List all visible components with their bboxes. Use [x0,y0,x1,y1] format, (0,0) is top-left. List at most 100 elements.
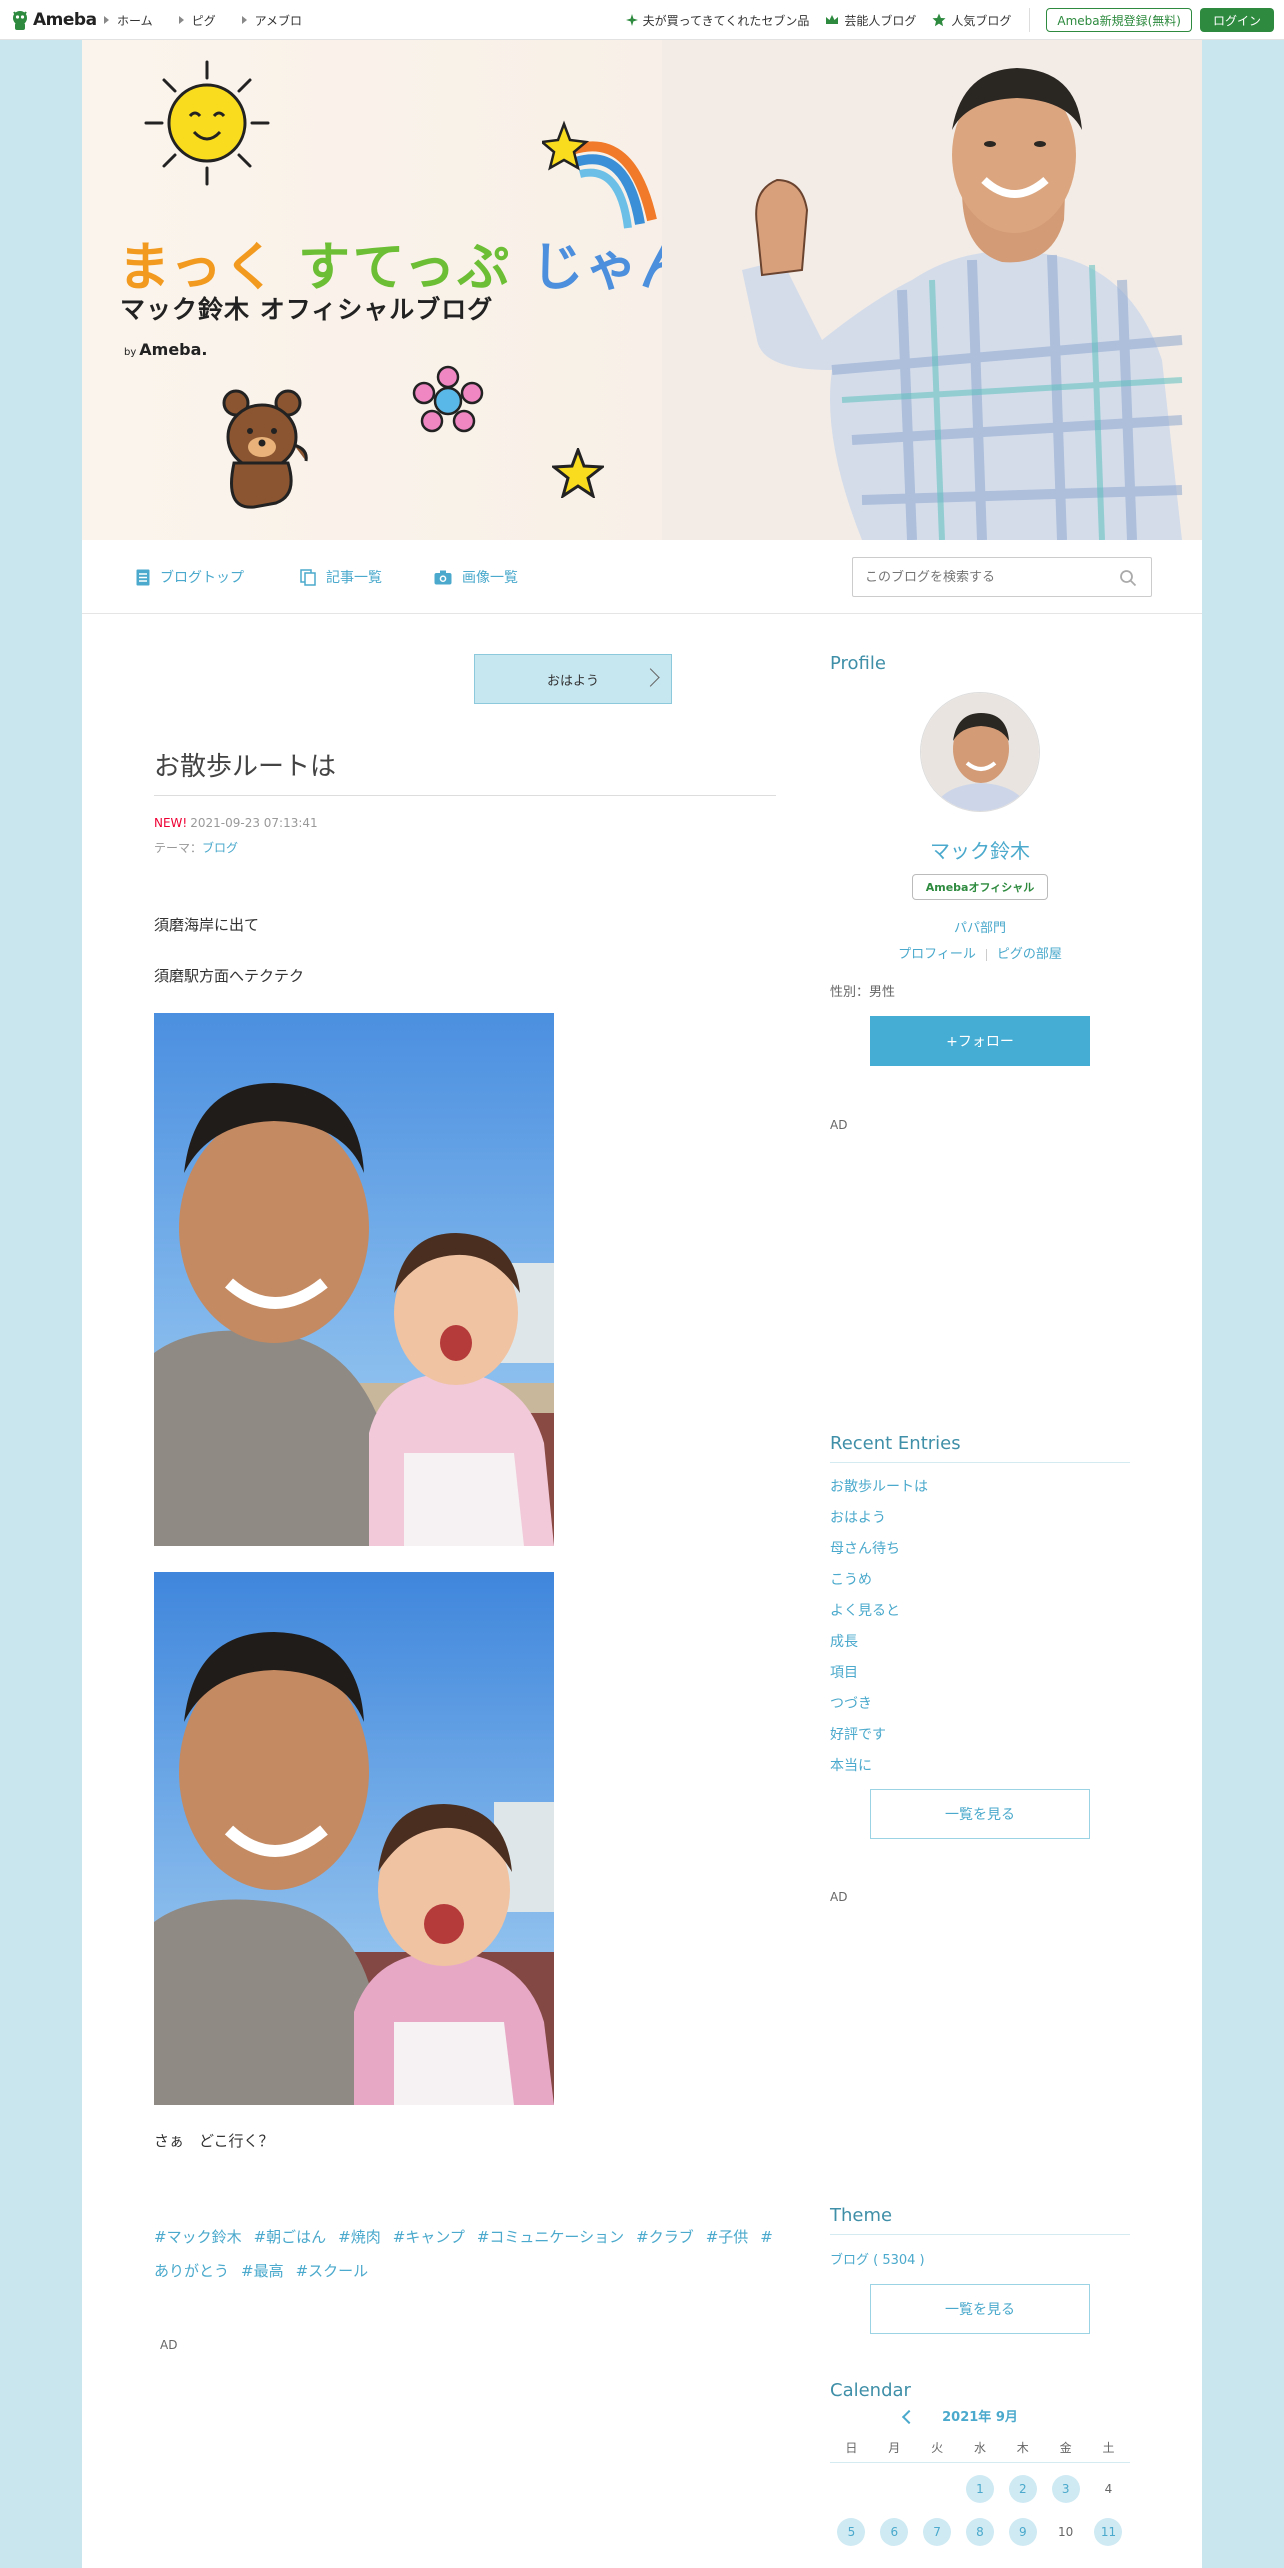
official-badge[interactable]: Amebaオフィシャル [912,874,1048,900]
blog-header-image[interactable]: まっく すてっぷ じゃんぷ マック鈴木 オフィシャルブログ by Ameba. [82,40,1202,540]
popular-blog-label: 人気ブログ [951,13,1012,28]
nav-ameblo-label: アメブロ [254,13,303,28]
nav-entry-list[interactable]: 記事一覧 [300,540,382,614]
shooting-star-illustration [542,120,657,229]
nav-blog-top[interactable]: ブログトップ [136,540,244,614]
profile-category[interactable]: パパ部門 [830,917,1130,936]
profile-gender: 性別：男性 [830,985,896,1000]
theme-link[interactable]: ブログ [202,841,238,855]
calendar-day-link[interactable]: 7 [923,2518,952,2546]
title-divider [154,795,776,796]
follow-button[interactable]: +フォロー [870,1016,1090,1066]
calendar-day-link[interactable]: 11 [1094,2518,1123,2546]
nav-pigg-label: ピグ [191,13,216,28]
entry-paragraph: 須磨駅方面へテクテク [154,967,305,985]
nav-home[interactable]: ホーム [104,12,153,29]
calendar-cell: 3 [1044,2474,1087,2504]
hashtag-link[interactable]: #コミュニケーション [477,2228,624,2246]
calendar-day-link[interactable]: 2 [1008,2475,1037,2503]
theme-more-button[interactable]: 一覧を見る [870,2284,1090,2334]
copy-pages-icon [300,568,316,586]
calendar-weekdays: 日 月 火 水 木 金 土 [830,2439,1130,2456]
entry-title[interactable]: お散歩ルートは [154,746,336,783]
celebrity-blog-link[interactable]: 芸能人ブログ [825,12,916,29]
calendar-cell: 5 [830,2517,873,2547]
recent-entry-link[interactable]: 成長 [830,1631,1130,1662]
avatar[interactable] [920,692,1040,812]
calendar-day-link[interactable]: 6 [880,2518,909,2546]
calendar-cell: 11 [1087,2517,1130,2547]
document-icon [136,569,150,585]
heading-underline [830,1462,1130,1463]
pigg-room-link[interactable]: ピグの部屋 [997,947,1062,962]
hashtag-link[interactable]: #スクール [296,2262,369,2280]
ad-label: AD [830,1118,848,1132]
calendar-day-link[interactable]: 5 [837,2518,866,2546]
calendar-day-link[interactable]: 3 [1051,2475,1080,2503]
entry-photo[interactable] [154,1013,554,1546]
recent-entries-more-button[interactable]: 一覧を見る [870,1789,1090,1839]
weekday-label: 月 [888,2441,901,2455]
profile-name[interactable]: マック鈴木 [830,835,1130,864]
hashtag-link[interactable]: #焼肉 [338,2228,381,2246]
calendar-cell [916,2474,959,2504]
global-nav: ホーム ピグ アメブロ [104,0,328,40]
ad-label: AD [160,2338,178,2352]
blog-nav: ブログトップ 記事一覧 画像一覧 [82,540,1202,614]
ad-label: AD [830,1890,848,1904]
new-badge: NEW! [154,816,188,830]
recent-entry-link[interactable]: つづき [830,1693,1130,1724]
blog-search-box[interactable] [852,557,1152,597]
hashtag-link[interactable]: #子供 [706,2228,749,2246]
weekday-label: 土 [1102,2441,1115,2455]
recent-entry-link[interactable]: おはよう [830,1507,1130,1538]
recent-entry-link[interactable]: こうめ [830,1569,1130,1600]
recent-entry-link[interactable]: お散歩ルートは [830,1476,1130,1507]
calendar-cell: 1 [959,2474,1002,2504]
trending-link-label: 夫が買ってきてくれたセブン品 [642,13,810,28]
hashtag-link[interactable]: #最高 [241,2262,284,2280]
search-icon[interactable] [1119,569,1137,587]
recent-entry-link[interactable]: 好評です [830,1724,1130,1755]
star-illustration [552,448,604,498]
sparkle-icon [625,14,638,26]
hashtag-link[interactable]: #キャンプ [393,2228,465,2246]
by-ameba-logo: by Ameba. [124,340,208,359]
theme-link[interactable]: ブログ ( 5304 ) [830,2249,925,2268]
recent-entry-link[interactable]: 本当に [830,1755,1130,1786]
blog-title-art: まっく すてっぷ じゃんぷ [118,225,748,300]
recent-entry-link[interactable]: よく見ると [830,1600,1130,1631]
ameba-logo[interactable]: Ameba [10,9,97,31]
next-entry-button[interactable]: おはよう [474,654,672,704]
recent-entry-link[interactable]: 母さん待ち [830,1538,1130,1569]
selfie-photo-2 [154,1572,554,2105]
global-header: Ameba ホーム ピグ アメブロ 夫が買ってきてくれたセブン品 芸能人ブログ … [0,0,1284,40]
nav-image-list-label: 画像一覧 [462,570,518,586]
register-button[interactable]: Ameba新規登録(無料) [1046,8,1192,32]
hashtag-link[interactable]: #朝ごはん [254,2228,327,2246]
nav-pigg[interactable]: ピグ [178,12,216,29]
hashtag-link[interactable]: #マック鈴木 [154,2228,242,2246]
flower-illustration [412,365,484,433]
avatar-photo [921,693,1039,811]
blog-search-input[interactable] [865,569,1105,585]
by-brand: Ameba. [139,340,208,359]
celebrity-blog-label: 芸能人ブログ [844,13,917,28]
calendar-day: 4 [1104,2482,1113,2496]
nav-ameblo[interactable]: アメブロ [241,12,303,29]
trending-link[interactable]: 夫が買ってきてくれたセブン品 [625,12,810,29]
recent-entry-link[interactable]: 項目 [830,1662,1130,1693]
popular-blog-link[interactable]: 人気ブログ [932,12,1011,29]
calendar-day-link[interactable]: 8 [965,2518,994,2546]
profile-link[interactable]: プロフィール [898,947,976,962]
entry-photo[interactable] [154,1572,554,2105]
star-icon [932,13,946,27]
bear-illustration [222,389,308,509]
hashtag-list: #マック鈴木 #朝ごはん #焼肉 #キャンプ #コミュニケーション #クラブ #子供 #ありが… [154,2220,776,2288]
hashtag-link[interactable]: #クラブ [636,2228,694,2246]
nav-image-list[interactable]: 画像一覧 [434,540,518,614]
weekday-label: 水 [973,2441,986,2455]
calendar-day-link[interactable]: 9 [1008,2518,1037,2546]
calendar-day-link[interactable]: 1 [965,2475,994,2503]
login-button[interactable]: ログイン [1199,8,1274,32]
